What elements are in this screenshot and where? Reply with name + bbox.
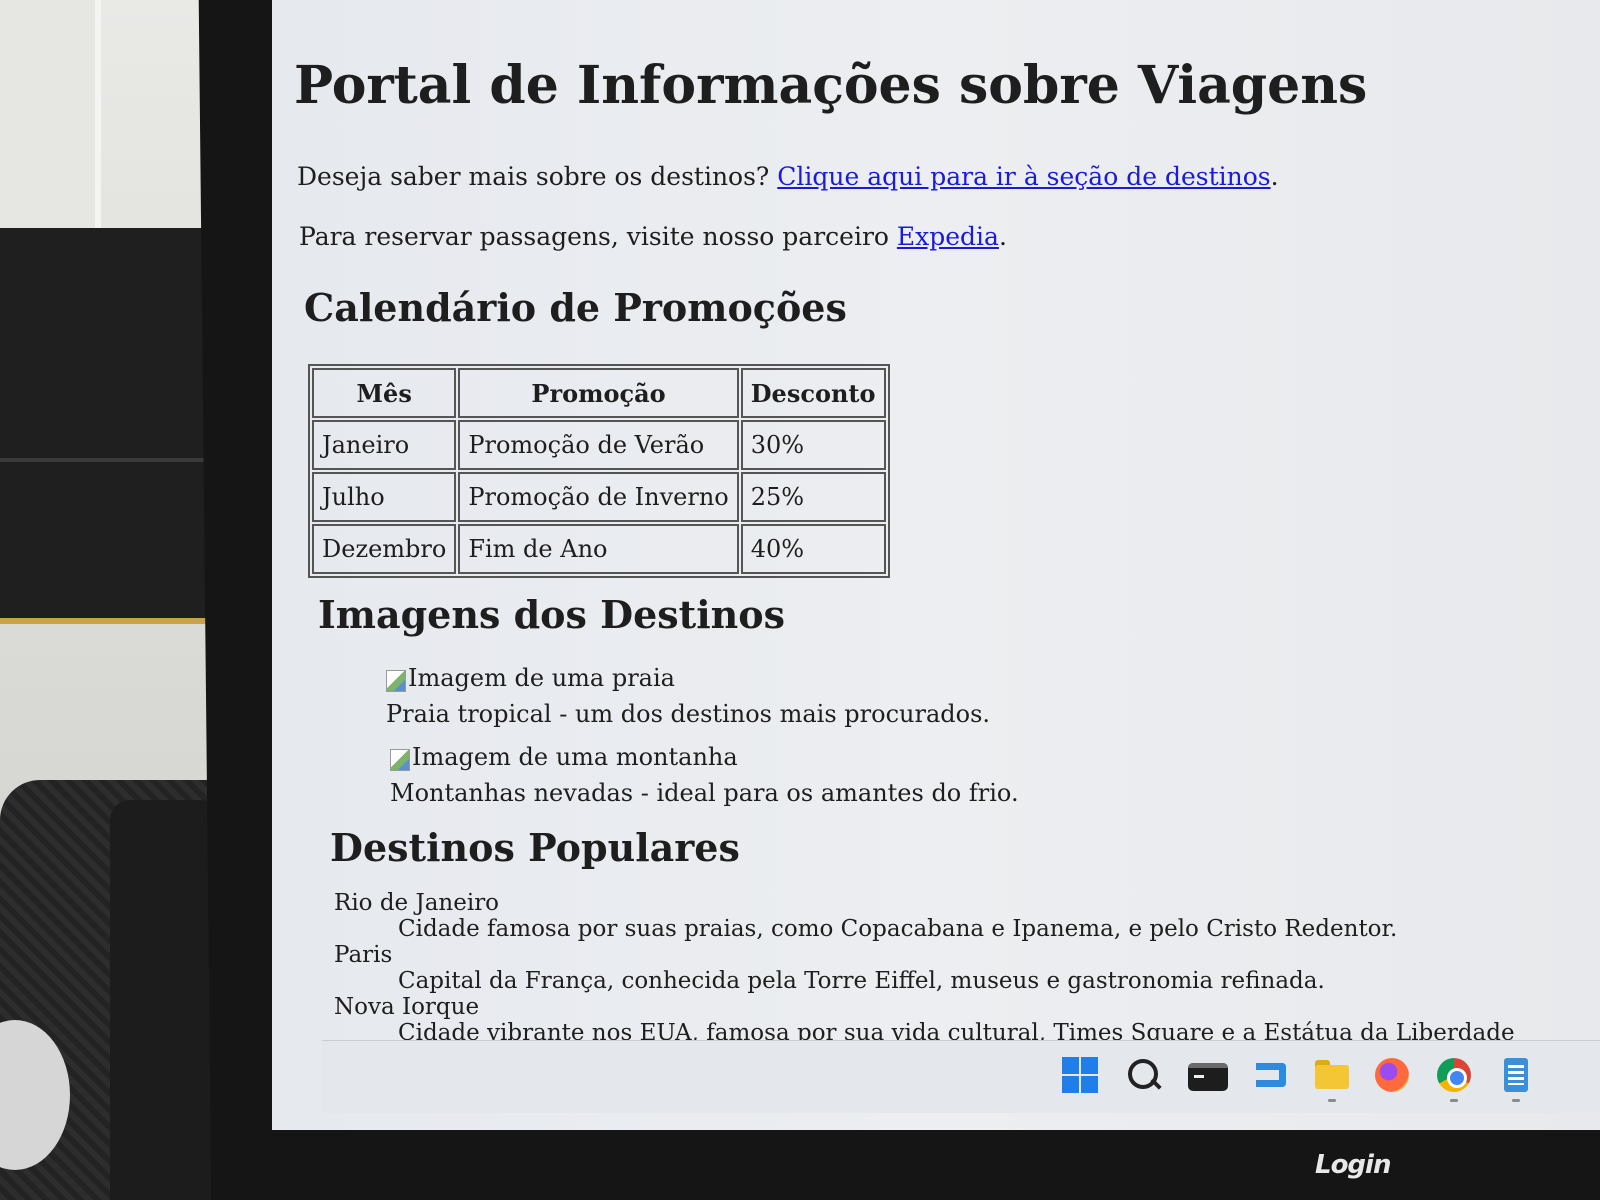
table-row: Julho Promoção de Inverno 25% bbox=[312, 472, 886, 522]
promotions-heading: Calendário de Promoções bbox=[304, 285, 847, 330]
column-header-promotion: Promoção bbox=[458, 368, 739, 418]
cell-promotion: Promoção de Verão bbox=[458, 420, 739, 470]
running-indicator bbox=[1512, 1099, 1520, 1102]
cell-discount: 25% bbox=[740, 472, 886, 522]
beach-image-alt: Imagem de uma praia bbox=[408, 664, 675, 692]
destination-term: Rio de Janeiro bbox=[334, 890, 500, 916]
beach-caption: Praia tropical - um dos destinos mais pr… bbox=[386, 700, 991, 728]
firefox-icon[interactable] bbox=[1372, 1055, 1412, 1095]
monitor-screen: Portal de Informações sobre Viagens Dese… bbox=[272, 0, 1600, 1130]
chrome-icon[interactable] bbox=[1434, 1055, 1474, 1102]
booking-text: Para reservar passagens, visite nosso pa… bbox=[299, 222, 897, 251]
file-explorer-icon[interactable] bbox=[1312, 1055, 1352, 1102]
photo-scene: Login Portal de Informações sobre Viagen… bbox=[0, 0, 1600, 1200]
table-header-row: Mês Promoção Desconto bbox=[312, 368, 886, 418]
popular-destinations-list: Rio de Janeiro Cidade famosa por suas pr… bbox=[334, 890, 1515, 1046]
vscode-icon[interactable] bbox=[1250, 1055, 1290, 1095]
intro-suffix: . bbox=[1270, 162, 1279, 191]
secondary-monitor bbox=[0, 228, 235, 624]
broken-image-icon bbox=[386, 670, 406, 692]
mountain-figure: Imagem de uma montanha Montanhas nevadas… bbox=[390, 743, 1019, 807]
intro-text: Deseja saber mais sobre os destinos? bbox=[297, 162, 778, 191]
images-heading: Imagens dos Destinos bbox=[318, 592, 786, 637]
broken-image-icon bbox=[390, 749, 410, 771]
cell-promotion: Fim de Ano bbox=[458, 524, 739, 574]
cell-month: Julho bbox=[312, 472, 457, 522]
column-header-discount: Desconto bbox=[740, 368, 886, 418]
destination-term: Paris bbox=[334, 942, 393, 968]
cell-discount: 40% bbox=[740, 524, 886, 574]
notepad-icon[interactable] bbox=[1496, 1055, 1536, 1102]
mountain-caption: Montanhas nevadas - ideal para os amante… bbox=[390, 779, 1019, 807]
monitor-brand-logo: Login bbox=[1315, 1150, 1391, 1180]
cell-promotion: Promoção de Inverno bbox=[458, 472, 739, 522]
intro-paragraph: Deseja saber mais sobre os destinos? Cli… bbox=[297, 162, 1279, 191]
cell-month: Dezembro bbox=[312, 524, 457, 574]
destination-term: Nova Iorque bbox=[334, 994, 480, 1020]
destination-description: Cidade famosa por suas praias, como Copa… bbox=[398, 916, 1398, 942]
beach-figure: Imagem de uma praia Praia tropical - um … bbox=[386, 664, 990, 728]
monitor-seam bbox=[0, 458, 235, 462]
mountain-image-alt: Imagem de uma montanha bbox=[412, 743, 738, 771]
terminal-icon[interactable] bbox=[1188, 1063, 1228, 1091]
running-indicator bbox=[1450, 1099, 1458, 1102]
browser-page: Portal de Informações sobre Viagens Dese… bbox=[272, 0, 1600, 1062]
taskbar bbox=[322, 1040, 1600, 1113]
booking-paragraph: Para reservar passagens, visite nosso pa… bbox=[299, 222, 1007, 251]
cell-month: Janeiro bbox=[312, 420, 457, 470]
wall-panel bbox=[0, 0, 101, 235]
column-header-month: Mês bbox=[312, 368, 457, 418]
expedia-link[interactable]: Expedia bbox=[897, 222, 999, 251]
search-icon[interactable] bbox=[1124, 1055, 1164, 1095]
booking-suffix: . bbox=[998, 222, 1007, 251]
promotions-table: Mês Promoção Desconto Janeiro Promoção d… bbox=[308, 364, 890, 578]
table-row: Dezembro Fim de Ano 40% bbox=[312, 524, 886, 574]
beach-image: Imagem de uma praia bbox=[386, 664, 675, 692]
running-indicator bbox=[1328, 1099, 1336, 1102]
popular-destinations-heading: Destinos Populares bbox=[330, 825, 740, 870]
mountain-image: Imagem de uma montanha bbox=[390, 743, 738, 771]
destinations-section-link[interactable]: Clique aqui para ir à seção de destinos bbox=[777, 162, 1270, 191]
page-title: Portal de Informações sobre Viagens bbox=[294, 55, 1368, 116]
chair-armrest bbox=[110, 800, 220, 1200]
cell-discount: 30% bbox=[740, 420, 886, 470]
table-row: Janeiro Promoção de Verão 30% bbox=[312, 420, 886, 470]
destination-description: Capital da França, conhecida pela Torre … bbox=[398, 968, 1325, 994]
windows-start-icon[interactable] bbox=[1060, 1055, 1100, 1095]
